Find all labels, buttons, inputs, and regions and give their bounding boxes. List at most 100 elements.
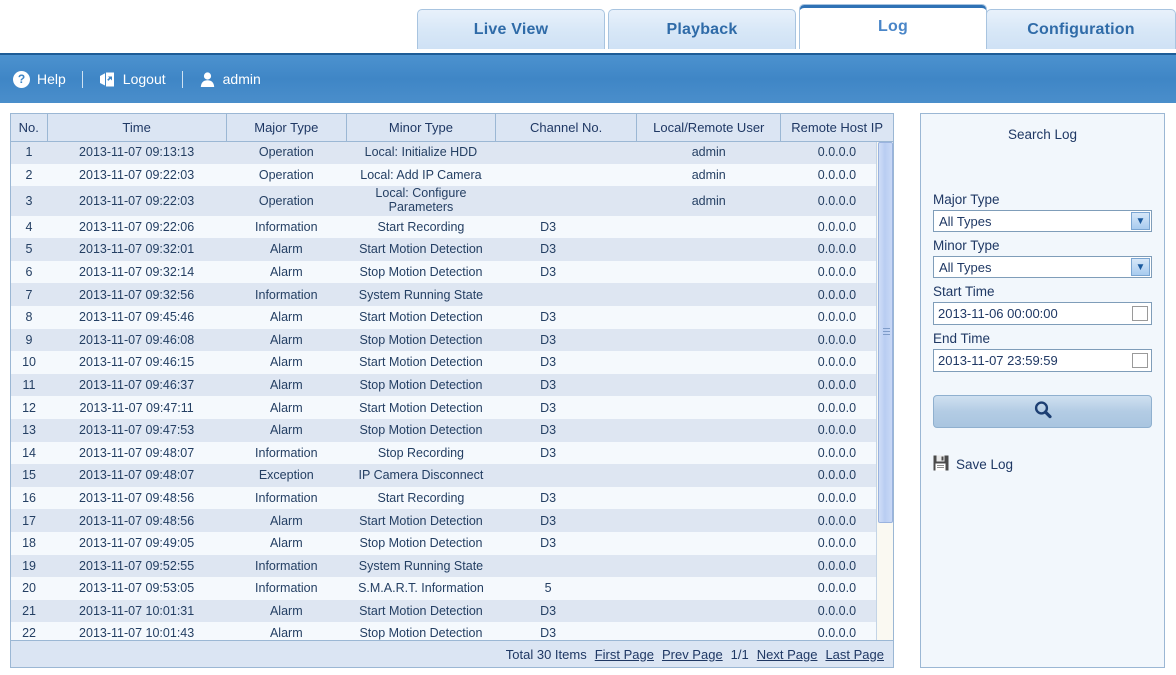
cell-time: 2013-11-07 09:22:03 <box>79 193 195 208</box>
cell-time: 2013-11-07 09:48:07 <box>79 468 195 483</box>
table-row[interactable]: 17 2013-11-07 09:48:56 Alarm Start Motion D… <box>11 509 893 532</box>
tab-playback[interactable]: Playback <box>608 9 796 49</box>
main-content: No. Time Major Type Minor Type Channel N… <box>0 103 1176 675</box>
cell-channel-no: D3 <box>540 536 557 551</box>
cell-time: 2013-11-07 10:01:43 <box>79 626 195 641</box>
start-time-input[interactable]: 2013-11-06 00:00:00 <box>933 302 1152 325</box>
cell-time: 2013-11-07 10:01:31 <box>79 603 195 618</box>
cell-no: 8 <box>25 310 33 325</box>
cell-no: 2 <box>25 167 33 182</box>
help-button[interactable]: ? Help <box>13 70 66 88</box>
tab-live-view[interactable]: Live View <box>417 9 605 49</box>
cell-time: 2013-11-07 09:46:15 <box>79 355 195 370</box>
minor-type-select[interactable]: All Types ▼ <box>933 256 1152 278</box>
table-row[interactable]: 22 2013-11-07 10:01:43 Alarm Stop Motion De… <box>11 622 893 641</box>
table-row[interactable]: 7 2013-11-07 09:32:56 Information System Ru… <box>11 283 893 307</box>
table-row[interactable]: 13 2013-11-07 09:47:53 Alarm Stop Motion De… <box>11 419 893 442</box>
cell-user <box>637 329 781 352</box>
cell-no: 18 <box>22 536 36 551</box>
calendar-icon[interactable] <box>1132 353 1148 368</box>
table-row[interactable]: 2 2013-11-07 09:22:03 Operation Local: Add … <box>11 163 893 187</box>
next-page-link[interactable]: Next Page <box>757 647 818 662</box>
cell-time: 2013-11-07 09:48:56 <box>79 490 195 505</box>
table-row[interactable]: 12 2013-11-07 09:47:11 Alarm Start Motion D… <box>11 396 893 420</box>
cell-user <box>637 396 781 419</box>
cell-time: 2013-11-07 09:46:08 <box>79 332 195 347</box>
top-toolbar: ? Help Logout admin <box>0 53 1176 103</box>
cell-channel-no <box>496 464 637 487</box>
cell-major-type: Operation <box>258 193 314 208</box>
column-header-local-remote-user[interactable]: Local/Remote User <box>636 114 782 142</box>
cell-minor-type: Stop Motion Detection <box>359 264 483 279</box>
cell-channel-no: D3 <box>540 423 557 438</box>
tab-bar: Live View Playback Log Configuration <box>0 0 1176 55</box>
calendar-icon[interactable] <box>1132 306 1148 321</box>
column-header-channel-no[interactable]: Channel No. <box>495 114 638 142</box>
table-row[interactable]: 5 2013-11-07 09:32:01 Alarm Start Motion De… <box>11 238 893 261</box>
major-type-value: All Types <box>939 213 992 229</box>
cell-no: 11 <box>22 377 36 392</box>
table-scrollbar-thumb[interactable] <box>878 142 893 523</box>
table-row[interactable]: 15 2013-11-07 09:48:07 Exception IP Camera … <box>11 464 893 487</box>
column-header-major-type[interactable]: Major Type <box>226 114 347 142</box>
cell-user <box>637 622 781 640</box>
chevron-down-icon[interactable]: ▼ <box>1131 258 1150 276</box>
cell-time: 2013-11-07 09:22:06 <box>79 219 195 234</box>
last-page-link[interactable]: Last Page <box>825 647 884 662</box>
table-row[interactable]: 16 2013-11-07 09:48:56 Information Start Re… <box>11 486 893 510</box>
table-row[interactable]: 6 2013-11-07 09:32:14 Alarm Stop Motion Det… <box>11 260 893 284</box>
cell-channel-no: D3 <box>540 377 557 392</box>
cell-no: 15 <box>22 468 36 483</box>
table-row[interactable]: 8 2013-11-07 09:45:46 Alarm Start Motion De… <box>11 306 893 329</box>
save-log-button[interactable]: Save Log <box>933 455 1152 474</box>
cell-major-type: Alarm <box>269 513 303 528</box>
first-page-link[interactable]: First Page <box>595 647 654 662</box>
table-row[interactable]: 18 2013-11-07 09:49:05 Alarm Stop Motion De… <box>11 532 893 555</box>
minor-type-label: Minor Type <box>933 238 1000 253</box>
cell-user <box>637 238 781 261</box>
cell-minor-type: Stop Recording <box>377 445 465 460</box>
table-row[interactable]: 19 2013-11-07 09:52:55 Information System R… <box>11 554 893 578</box>
cell-channel-no: D3 <box>540 513 557 528</box>
table-row[interactable]: 10 2013-11-07 09:46:15 Alarm Start Motion D… <box>11 351 893 374</box>
end-time-input[interactable]: 2013-11-07 23:59:59 <box>933 349 1152 372</box>
table-row[interactable]: 1 2013-11-07 09:13:13 Operation Local: Init… <box>11 141 893 164</box>
cell-minor-type: Start Motion Detection <box>359 355 483 370</box>
cell-no: 10 <box>22 355 36 370</box>
cell-user <box>637 419 781 442</box>
table-row[interactable]: 21 2013-11-07 10:01:31 Alarm Start Motion D… <box>11 599 893 623</box>
search-button[interactable] <box>933 395 1152 428</box>
prev-page-link[interactable]: Prev Page <box>662 647 723 662</box>
table-row[interactable]: 14 2013-11-07 09:48:07 Information Stop Rec… <box>11 441 893 465</box>
logout-button[interactable]: Logout <box>99 71 166 88</box>
question-mark-icon: ? <box>13 70 30 88</box>
cell-major-type: Information <box>255 490 318 505</box>
search-log-panel: Search Log Major Type All Types ▼ Minor … <box>920 113 1165 668</box>
column-header-remote-host-ip[interactable]: Remote Host IP <box>780 114 893 142</box>
cell-major-type: Alarm <box>269 603 303 618</box>
column-header-time[interactable]: Time <box>47 114 227 142</box>
tab-configuration[interactable]: Configuration <box>986 9 1176 49</box>
table-row[interactable]: 4 2013-11-07 09:22:06 Information Start Rec… <box>11 215 893 239</box>
table-row[interactable]: 11 2013-11-07 09:46:37 Alarm Stop Motion De… <box>11 373 893 397</box>
chevron-down-icon[interactable]: ▼ <box>1131 212 1150 230</box>
table-scrollbar-track[interactable] <box>876 142 893 640</box>
user-account[interactable]: admin <box>199 71 261 88</box>
table-row[interactable]: 9 2013-11-07 09:46:08 Alarm Stop Motion Det… <box>11 328 893 352</box>
cell-major-type: Operation <box>258 167 314 182</box>
cell-channel-no: D3 <box>540 490 557 505</box>
major-type-select[interactable]: All Types ▼ <box>933 210 1152 232</box>
cell-time: 2013-11-07 09:32:14 <box>79 264 195 279</box>
column-header-minor-type[interactable]: Minor Type <box>346 114 497 142</box>
table-row[interactable]: 20 2013-11-07 09:53:05 Information S.M.A.R.… <box>11 577 893 600</box>
magnifier-icon <box>1032 399 1054 424</box>
column-header-no[interactable]: No. <box>11 114 48 142</box>
tab-log[interactable]: Log <box>799 4 987 49</box>
major-type-label: Major Type <box>933 192 1000 207</box>
cell-channel-no <box>496 186 637 216</box>
cell-user <box>637 509 781 532</box>
pagination-bar: Total 30 Items First Page Prev Page 1/1 … <box>10 641 894 668</box>
log-table-panel: No. Time Major Type Minor Type Channel N… <box>10 113 894 641</box>
cell-major-type: Alarm <box>269 536 303 551</box>
table-row[interactable]: 3 2013-11-07 09:22:03 Operation Local: Conf… <box>11 186 893 216</box>
